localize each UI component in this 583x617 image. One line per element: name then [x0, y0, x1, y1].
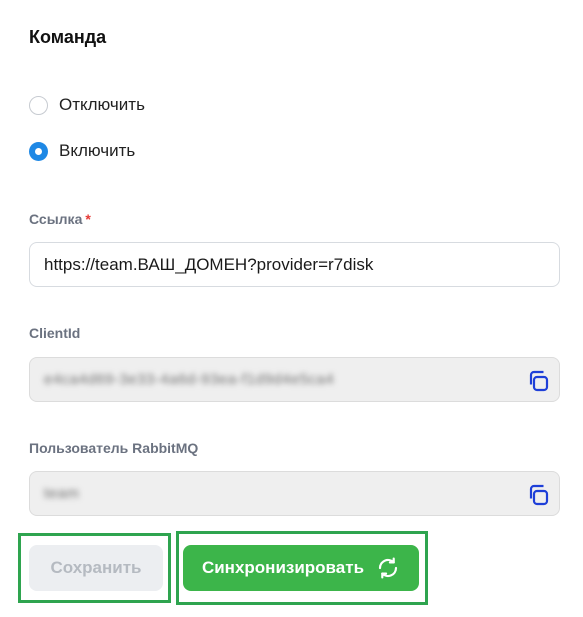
link-input[interactable]: https://team.ВАШ_ДОМЕН?provider=r7disk	[29, 242, 560, 287]
refresh-icon	[378, 557, 398, 579]
client-id-field: e4ca4d69-3e33-4a6d-93ea-f1d9d4e5ca4	[29, 357, 560, 402]
sync-button[interactable]: Синхронизировать	[183, 545, 419, 591]
client-id-label: ClientId	[29, 325, 81, 341]
copy-icon[interactable]	[526, 483, 550, 507]
copy-icon[interactable]	[526, 369, 550, 393]
rabbitmq-user-value: team	[44, 485, 80, 502]
radio-button-disable[interactable]	[29, 95, 48, 115]
radio-label-enable: Включить	[59, 141, 136, 160]
link-field-label: Ссылка *	[29, 211, 91, 227]
link-label-text: Ссылка	[29, 211, 83, 227]
radio-option-enable[interactable]: Включить	[29, 141, 135, 161]
required-mark: *	[85, 211, 91, 227]
client-id-value: e4ca4d69-3e33-4a6d-93ea-f1d9d4e5ca4	[44, 371, 335, 388]
section-title: Команда	[29, 27, 107, 47]
rabbitmq-user-label: Пользователь RabbitMQ	[29, 440, 199, 456]
radio-button-enable[interactable]	[29, 141, 48, 161]
radio-label-disable: Отключить	[59, 95, 145, 114]
link-input-value: https://team.ВАШ_ДОМЕН?provider=r7disk	[44, 254, 374, 274]
save-button-label: Сохранить	[50, 558, 142, 577]
radio-option-disable[interactable]: Отключить	[29, 95, 145, 115]
rabbitmq-user-field: team	[29, 471, 560, 516]
save-button[interactable]: Сохранить	[29, 545, 163, 591]
sync-button-label: Синхронизировать	[201, 558, 365, 577]
